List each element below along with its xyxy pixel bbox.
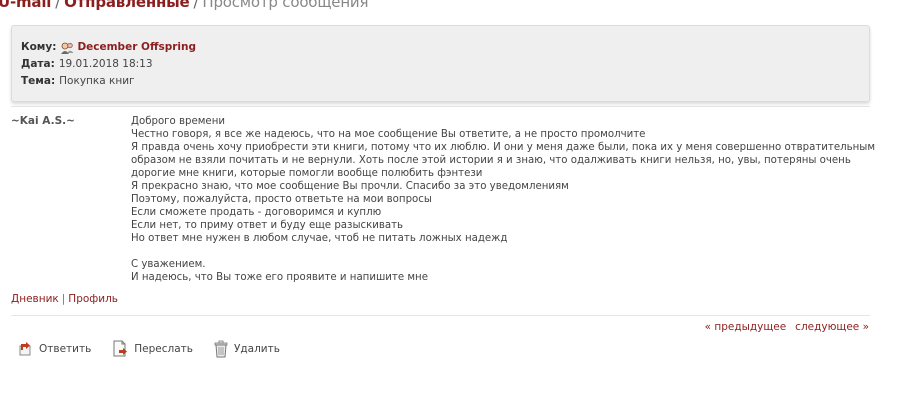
subject-label: Тема: <box>21 75 56 87</box>
message-actions: Ответить Переслать Удалить <box>18 340 300 358</box>
message-line: Если сможете продать - договоримся и куп… <box>131 207 382 218</box>
prev-message-link[interactable]: « предыдущее <box>705 321 787 333</box>
recipient-link[interactable]: December Offspring <box>60 39 196 56</box>
breadcrumb-section[interactable]: Отправленные <box>64 0 190 11</box>
message-line: Я правда очень хочу приобрести эти книги… <box>131 142 876 153</box>
forward-label[interactable]: Переслать <box>134 343 193 355</box>
breadcrumb: U-mail / Отправленные / Просмотр сообщения <box>0 0 368 11</box>
message-line: образом не взяли почитать и не вернули. … <box>131 155 851 166</box>
delete-button[interactable]: Удалить <box>213 340 280 358</box>
reply-button[interactable]: Ответить <box>18 341 91 357</box>
forward-button[interactable]: Переслать <box>111 340 193 358</box>
message-pager: « предыдущее следующее » <box>705 321 869 333</box>
message-line: Я прекрасно знаю, что мое сообщение Вы п… <box>131 181 569 192</box>
subject-row: Тема: Покупка книг <box>21 73 869 90</box>
message-line: Доброго времени <box>131 116 225 127</box>
breadcrumb-separator: / <box>55 0 61 11</box>
link-separator: | <box>61 293 66 305</box>
message-header: Кому: December Offspring Дата: 19.01.201… <box>11 25 870 102</box>
message-body: Доброго времени Честно говоря, я все же … <box>131 115 876 284</box>
reply-label[interactable]: Ответить <box>39 343 91 355</box>
profile-link[interactable]: Профиль <box>68 293 118 305</box>
date-row: Дата: 19.01.2018 18:13 <box>21 56 869 73</box>
date-label: Дата: <box>21 58 55 70</box>
to-row: Кому: December Offspring <box>21 39 869 56</box>
author-name: ~Kai A.S.~ <box>11 115 75 127</box>
divider <box>11 315 870 316</box>
breadcrumb-root[interactable]: U-mail <box>0 0 51 11</box>
message-line: дорогие мне книги, которые помогли вообщ… <box>131 168 483 179</box>
message-line: Честно говоря, я все же надеюсь, что на … <box>131 129 646 140</box>
message-line: Поэтому, пожалуйста, просто ответьте на … <box>131 194 432 205</box>
reply-icon <box>19 342 31 356</box>
delete-label[interactable]: Удалить <box>234 343 280 355</box>
message-line: Если нет, то приму ответ и буду еще разы… <box>131 220 404 231</box>
message-line: С уважением. <box>131 259 206 270</box>
message-line: Но ответ мне нужен в любом случае, чтоб … <box>131 233 508 244</box>
date-value: 19.01.2018 18:13 <box>58 58 153 70</box>
trash-icon <box>214 340 228 358</box>
message-line: И надеюсь, что Вы тоже его проявите и на… <box>131 272 428 283</box>
subject-value: Покупка книг <box>59 75 135 87</box>
recipient-name: December Offspring <box>77 41 196 53</box>
message-view-page: U-mail / Отправленные / Просмотр сообщения К… <box>0 0 921 407</box>
next-message-link[interactable]: следующее » <box>795 321 869 333</box>
diary-link[interactable]: Дневник <box>11 293 59 305</box>
author-links: Дневник | Профиль <box>11 293 118 305</box>
user-icon <box>61 42 74 54</box>
breadcrumb-current: Просмотр сообщения <box>202 0 369 11</box>
forward-icon <box>113 340 128 357</box>
to-label: Кому: <box>21 41 57 53</box>
breadcrumb-separator: / <box>193 0 199 11</box>
divider <box>11 106 870 107</box>
